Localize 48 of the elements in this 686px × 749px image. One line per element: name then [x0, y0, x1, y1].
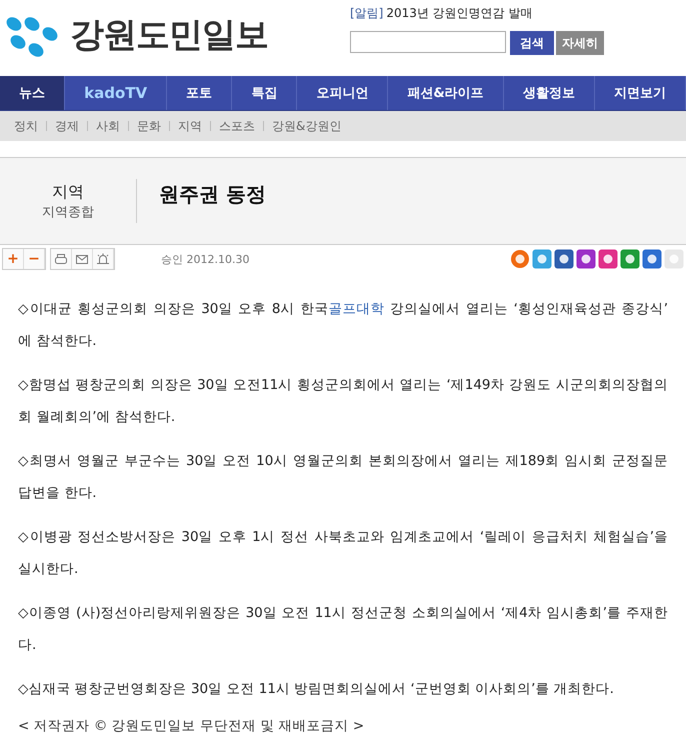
search-button[interactable]: 검색	[510, 31, 554, 55]
nav-tab[interactable]: 특집	[232, 76, 298, 110]
article-paragraph: ◇함명섭 평창군의회 의장은 30일 오전11시 횡성군의회에서 열리는 ‘제149차 강원도 시군의회의장협의회 월례회의’에 참석한다.	[18, 376, 668, 427]
keyword-link[interactable]: 골프대학	[328, 301, 384, 317]
share-icon[interactable]	[598, 249, 618, 269]
copyright-notice: < 저작권자 © 강원도민일보 무단전재 및 재배포금지 >	[18, 717, 366, 735]
share-icon[interactable]	[510, 249, 530, 269]
nav-tab[interactable]: 포토	[167, 76, 232, 110]
subnav-link[interactable]: 사회	[96, 118, 120, 134]
subnav-link[interactable]: 정치	[14, 118, 38, 134]
share-icon[interactable]	[554, 249, 574, 269]
share-icon[interactable]	[576, 249, 596, 269]
article-paragraph: ◇심재국 평창군번영회장은 30일 오전 11시 방림면회의실에서 ‘군번영회 이사회의’를 개최한다.	[18, 680, 615, 699]
subnav-link[interactable]: 문화	[137, 118, 161, 134]
email-button[interactable]	[72, 249, 93, 269]
notice-link[interactable]: 2013년 강원인명연감 발매	[386, 5, 533, 22]
nav-tab[interactable]: 생활정보	[504, 76, 595, 110]
report-button[interactable]	[93, 249, 114, 269]
envelope-icon	[75, 253, 89, 265]
share-icon[interactable]	[642, 249, 662, 269]
search-field[interactable]	[350, 31, 506, 53]
nav-tab[interactable]: kadoTV	[65, 76, 168, 110]
subnav-link[interactable]: 지역	[178, 118, 202, 134]
subnav-link[interactable]: 경제	[55, 118, 79, 134]
nav-tab[interactable]: 지면보기	[594, 76, 686, 110]
printer-icon	[54, 253, 68, 265]
article-paragraph: ◇이병광 정선소방서장은 30일 오후 1시 정선 사북초교와 임계초교에서 ‘릴레이 응급처치 체험실습’을 실시한다.	[18, 528, 668, 579]
nav-tab[interactable]: 오피니언	[297, 76, 388, 110]
article-paragraph: ◇이대균 횡성군의회 의장은 30일 오후 8시 한국골프대학 강의실에서 열리는 ‘횡성인재육성관 종강식’ 에 참석한다.	[18, 300, 668, 351]
nav-tab[interactable]: 뉴스	[0, 76, 66, 110]
article-title: 원주권 동정	[159, 180, 266, 208]
share-icon[interactable]	[532, 249, 552, 269]
approval-date: 승인 2012.10.30	[161, 252, 250, 266]
share-icon[interactable]	[620, 249, 640, 269]
subnav-link[interactable]: 스포츠	[219, 118, 255, 134]
logo-text[interactable]: 강원도민일보	[70, 12, 268, 58]
subnav-link[interactable]: 강원&강원인	[272, 118, 342, 134]
siren-icon	[96, 253, 110, 265]
article-paragraph: ◇이종영 (사)정선아리랑제위원장은 30일 오전 11시 정선군청 소회의실에서 ‘제4차 임시총회’를 주재한다.	[18, 604, 668, 655]
section-label: 지역	[52, 182, 84, 202]
nav-tab[interactable]: 패션&라이프	[388, 76, 504, 110]
font-increase-button[interactable]: +	[3, 249, 24, 269]
print-button[interactable]	[51, 249, 72, 269]
article-paragraph: ◇최명서 영월군 부군수는 30일 오전 10시 영월군의회 본회의장에서 열리는 제189회 임시회 군정질문 답변을 한다.	[18, 452, 668, 503]
subsection-label: 지역종합	[42, 204, 94, 220]
notice-tag[interactable]: [알림]	[350, 5, 384, 22]
font-decrease-button[interactable]: −	[24, 249, 45, 269]
detail-search-button[interactable]: 자세히	[556, 31, 604, 55]
